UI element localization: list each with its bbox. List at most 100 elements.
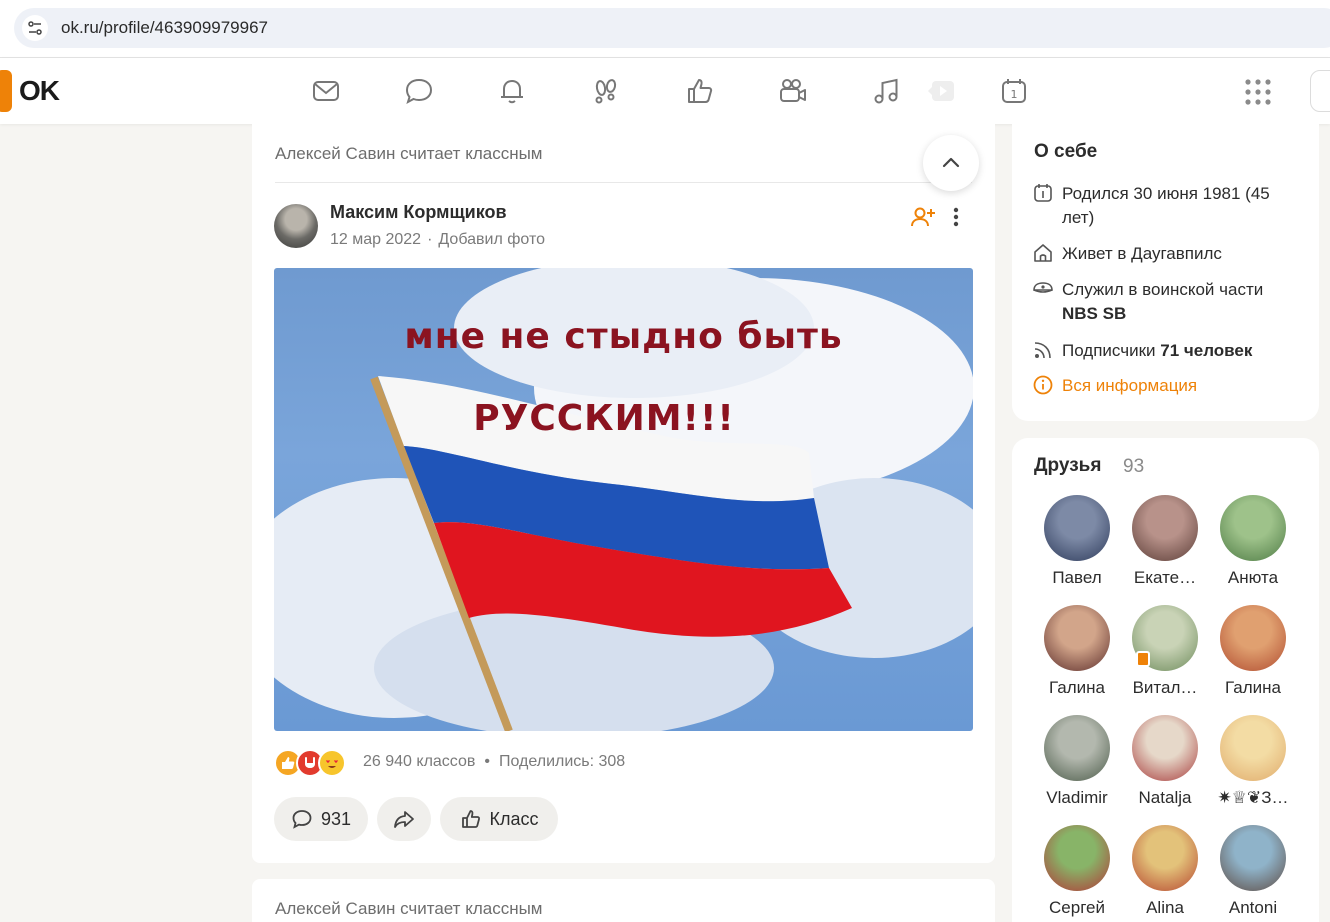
- share-button[interactable]: [377, 797, 431, 841]
- post-photo[interactable]: мне не стыдно быть РУССКИМ!!!: [274, 268, 973, 731]
- ok-logo-mark[interactable]: [0, 70, 12, 112]
- friend-name[interactable]: Екате…: [1125, 568, 1205, 588]
- friend-item[interactable]: Сергей: [1037, 825, 1117, 918]
- friend-name[interactable]: Alina: [1125, 898, 1205, 918]
- friend-item[interactable]: Анюта: [1213, 495, 1293, 588]
- friends-card: Друзья 93 Павел Екате… Анюта Галина Витал… Га…: [1012, 438, 1319, 922]
- friend-avatar[interactable]: [1132, 605, 1198, 671]
- friend-avatar[interactable]: [1044, 715, 1110, 781]
- friends-title[interactable]: Друзья: [1034, 455, 1101, 477]
- chat-icon[interactable]: [402, 74, 436, 108]
- video-camera-icon[interactable]: [776, 74, 810, 108]
- friend-avatar[interactable]: [1132, 495, 1198, 561]
- url-field[interactable]: ok.ru/profile/463909979967: [14, 8, 1330, 48]
- friend-item[interactable]: Vladimir: [1037, 715, 1117, 808]
- calendar-small-icon: [1034, 184, 1052, 202]
- class-label: Класс: [489, 808, 539, 829]
- friend-avatar[interactable]: [1044, 495, 1110, 561]
- site-settings-icon[interactable]: [22, 15, 48, 41]
- friend-avatar[interactable]: [1044, 605, 1110, 671]
- friend-name[interactable]: Павел: [1037, 568, 1117, 588]
- reaction-stats: 26 940 классов • Поделились: 308: [363, 753, 626, 770]
- more-options-icon[interactable]: [946, 204, 966, 230]
- about-title: О себе: [1034, 141, 1098, 162]
- friend-name[interactable]: Витал…: [1125, 678, 1205, 698]
- calendar-icon[interactable]: 1: [997, 74, 1031, 108]
- music-icon[interactable]: [869, 74, 903, 108]
- feed-rss-icon: [1034, 342, 1051, 359]
- military-prefix: Служил в воинской части: [1062, 280, 1264, 299]
- location-text: Живет в Даугавпилс: [1062, 244, 1222, 263]
- like-icon[interactable]: [683, 74, 717, 108]
- military-unit[interactable]: NBS SB: [1062, 304, 1126, 323]
- friend-item[interactable]: Галина: [1037, 605, 1117, 698]
- ok-logo[interactable]: OK: [19, 75, 60, 107]
- shares-count[interactable]: Поделились: 308: [499, 753, 625, 770]
- video-play-icon[interactable]: [925, 74, 959, 108]
- mail-icon[interactable]: [309, 74, 343, 108]
- share-icon: [394, 811, 414, 828]
- followers-prefix: Подписчики: [1062, 341, 1156, 360]
- friend-item[interactable]: ✷♕❦З…: [1213, 715, 1293, 808]
- friends-count: 93: [1123, 456, 1145, 477]
- friend-item[interactable]: Павел: [1037, 495, 1117, 588]
- friend-avatar[interactable]: [1220, 495, 1286, 561]
- birthday-text: Родился 30 июня 1981 (45 лет): [1062, 184, 1270, 227]
- reaction-icons[interactable]: [274, 748, 346, 778]
- browser-address-bar: ok.ru/profile/463909979967: [0, 0, 1330, 58]
- guests-icon[interactable]: [589, 74, 623, 108]
- class-like-button[interactable]: Класс: [440, 797, 558, 841]
- author-name[interactable]: Максим Кормщиков: [330, 202, 507, 223]
- birthday-row: Родился 30 июня 1981 (45 лет): [1032, 182, 1302, 230]
- friend-item[interactable]: Alina: [1125, 825, 1205, 918]
- thumb-up-icon: [461, 810, 480, 828]
- friend-avatar[interactable]: [1132, 715, 1198, 781]
- followers-text: Подписчики 71 человек: [1062, 339, 1302, 363]
- liked-by-text[interactable]: Алексей Савин считает классным: [275, 144, 542, 164]
- comment-button[interactable]: 931: [274, 797, 368, 841]
- author-avatar[interactable]: [274, 204, 318, 248]
- post-meta: 12 мар 2022 · Добавил фото: [330, 231, 545, 248]
- followers-count: 71 человек: [1160, 341, 1253, 360]
- liked-by-text-next[interactable]: Алексей Савин считает классным: [275, 899, 542, 919]
- site-header: OK 1: [0, 58, 1330, 124]
- friend-item[interactable]: Витал…: [1125, 605, 1205, 698]
- divider: [275, 182, 972, 183]
- likes-count[interactable]: 26 940 классов: [363, 753, 475, 770]
- all-info-row[interactable]: Вся информация: [1032, 374, 1302, 398]
- friend-name[interactable]: Сергей: [1037, 898, 1117, 918]
- friend-name[interactable]: Галина: [1037, 678, 1117, 698]
- friend-item[interactable]: Екате…: [1125, 495, 1205, 588]
- heart-eyes-reaction-icon: [318, 749, 346, 777]
- scroll-to-top-button[interactable]: [923, 135, 979, 191]
- followers-row[interactable]: Подписчики 71 человек: [1032, 339, 1302, 363]
- info-icon: [1033, 375, 1053, 395]
- apps-grid-icon[interactable]: [1244, 78, 1272, 106]
- friend-name[interactable]: Галина: [1213, 678, 1293, 698]
- bell-icon[interactable]: [495, 74, 529, 108]
- add-friend-icon[interactable]: [910, 204, 936, 230]
- image-caption-line1: мне не стыдно быть: [404, 316, 843, 357]
- friend-avatar[interactable]: [1220, 825, 1286, 891]
- friend-name[interactable]: Antoni: [1213, 898, 1293, 918]
- friend-avatar[interactable]: [1220, 715, 1286, 781]
- svg-text:1: 1: [1011, 88, 1018, 101]
- post-date[interactable]: 12 мар 2022: [330, 231, 421, 248]
- friend-avatar[interactable]: [1220, 605, 1286, 671]
- friend-item[interactable]: Natalja: [1125, 715, 1205, 808]
- comments-count: 931: [320, 808, 352, 829]
- location-row: Живет в Даугавпилс: [1032, 242, 1302, 266]
- military-row: Служил в воинской части NBS SB: [1032, 278, 1302, 326]
- friend-avatar[interactable]: [1132, 825, 1198, 891]
- friend-name[interactable]: Анюта: [1213, 568, 1293, 588]
- friend-item[interactable]: Antoni: [1213, 825, 1293, 918]
- friend-name[interactable]: Natalja: [1125, 788, 1205, 808]
- friend-name[interactable]: Vladimir: [1037, 788, 1117, 808]
- gift-badge-icon: [1136, 651, 1150, 667]
- all-info-link[interactable]: Вся информация: [1062, 374, 1302, 398]
- friend-avatar[interactable]: [1044, 825, 1110, 891]
- post-action: Добавил фото: [438, 231, 545, 248]
- friend-name[interactable]: ✷♕❦З…: [1213, 788, 1293, 808]
- user-menu-button[interactable]: [1310, 70, 1330, 112]
- friend-item[interactable]: Галина: [1213, 605, 1293, 698]
